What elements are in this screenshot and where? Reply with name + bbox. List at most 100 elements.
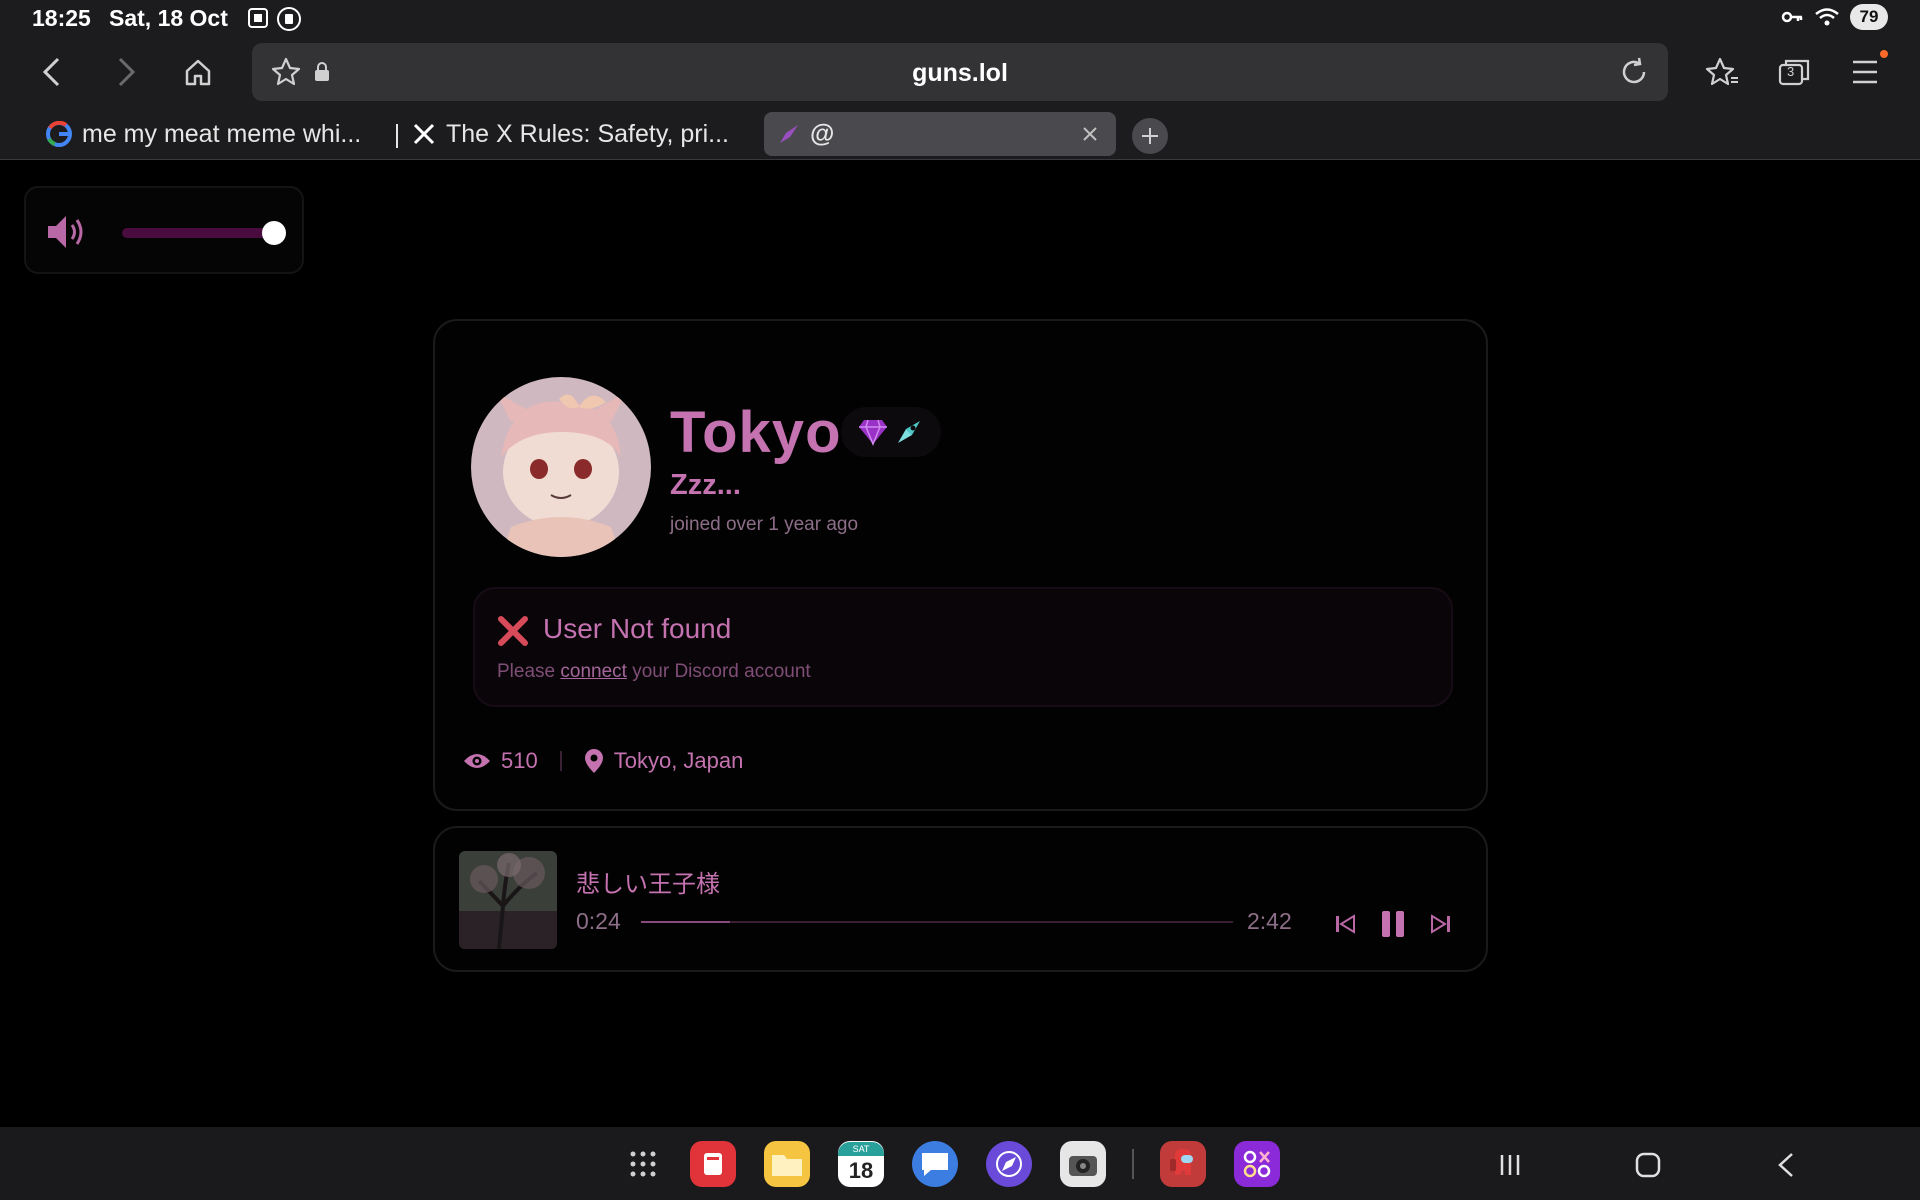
profile-card: Tokyo Zzz... joined over 1 year ago User… — [433, 319, 1488, 811]
tab-label: me my meat meme whi... — [82, 119, 362, 148]
status-date: Sat, 18 Oct — [109, 5, 228, 31]
hamburger-menu-icon — [1853, 60, 1877, 84]
battery-indicator: 79 — [1850, 4, 1888, 30]
tab-divider — [396, 124, 398, 148]
back-nav-button[interactable] — [1766, 1145, 1806, 1185]
calendar-weekday: SAT — [838, 1142, 884, 1156]
stats-divider — [559, 751, 562, 771]
pause-icon — [1382, 911, 1404, 937]
tab-guns-active[interactable]: @ — [764, 112, 1116, 156]
skip-previous-icon — [1336, 914, 1355, 934]
browser-app[interactable] — [986, 1141, 1032, 1187]
vpn-key-icon — [1781, 11, 1803, 23]
calendar-app[interactable]: SAT 18 — [838, 1141, 884, 1187]
plus-icon — [1142, 128, 1158, 144]
tab-x-rules[interactable]: The X Rules: Safety, pri... — [412, 112, 732, 156]
location: Tokyo, Japan — [613, 748, 744, 773]
previous-track-button[interactable] — [1327, 906, 1363, 942]
connect-link[interactable]: connect — [560, 661, 627, 682]
status-icons-right: 79 — [1780, 4, 1888, 30]
total-time: 2:42 — [1247, 908, 1292, 934]
tab-strip: me my meat meme whi... The X Rules: Safe… — [0, 108, 1920, 160]
address-bar[interactable]: guns.lol — [252, 43, 1668, 101]
song-title: 悲しい王子様 — [576, 870, 720, 898]
music-player: 悲しい王子様 0:24 2:42 — [433, 826, 1488, 972]
bookmarks-button[interactable] — [1700, 50, 1744, 94]
shapes-icon — [1243, 1150, 1271, 1178]
recent-apps-button[interactable] — [1490, 1145, 1530, 1185]
home-nav-button[interactable] — [1628, 1145, 1668, 1185]
error-x-icon — [498, 616, 528, 646]
volume-control — [24, 186, 304, 274]
grid-icon — [630, 1151, 656, 1177]
tab-label: The X Rules: Safety, pri... — [446, 119, 729, 148]
apps-folder[interactable] — [1234, 1141, 1280, 1187]
guns-rocket-icon — [780, 125, 798, 143]
page-content: Tokyo Zzz... joined over 1 year ago User… — [0, 161, 1920, 1127]
recents-icon — [1500, 1155, 1520, 1175]
next-track-button[interactable] — [1423, 906, 1459, 942]
forward-button[interactable] — [104, 50, 148, 94]
notes-icon — [704, 1153, 722, 1175]
recording-icon — [277, 7, 301, 31]
tab-google[interactable]: me my meat meme whi... — [46, 112, 376, 156]
pause-button[interactable] — [1375, 906, 1411, 942]
profile-stats: 510 Tokyo, Japan — [463, 748, 743, 774]
among-us-app[interactable] — [1160, 1141, 1206, 1187]
discord-error-title: User Not found — [543, 613, 732, 644]
home-button[interactable] — [176, 50, 220, 94]
progress-bar[interactable] — [641, 921, 1233, 923]
status-icons-left — [246, 6, 302, 32]
chevron-right-icon — [118, 57, 136, 87]
current-time: 0:24 — [576, 908, 621, 934]
view-count: 510 — [501, 748, 538, 773]
back-chevron-icon — [1778, 1153, 1793, 1177]
joined-date: joined over 1 year ago — [670, 514, 859, 535]
screenshot-icon — [248, 8, 268, 28]
close-tab-icon[interactable] — [1082, 126, 1098, 142]
status-time: 18:25 — [32, 5, 91, 31]
back-button[interactable] — [30, 50, 74, 94]
location-pin-icon — [584, 749, 603, 773]
taskbar: SAT 18 — [0, 1127, 1920, 1200]
menu-button[interactable] — [1844, 50, 1888, 94]
diamond-badge-icon[interactable] — [858, 418, 888, 446]
eye-icon — [464, 754, 490, 768]
x-logo-icon — [413, 123, 435, 145]
status-bar: 18:25 Sat, 18 Oct 79 — [0, 0, 1920, 36]
files-app[interactable] — [764, 1141, 810, 1187]
new-tab-button[interactable] — [1132, 118, 1168, 154]
compass-icon — [996, 1151, 1022, 1177]
tab-label: @ — [810, 119, 835, 148]
volume-slider-thumb[interactable] — [262, 221, 286, 245]
tab-switcher-button[interactable]: 3 — [1772, 50, 1816, 94]
calendar-day: 18 — [848, 1158, 874, 1183]
progress-fill — [641, 921, 730, 923]
chat-bubble-icon — [922, 1153, 948, 1176]
avatar — [471, 377, 651, 557]
home-square-icon — [1635, 1152, 1661, 1178]
discord-status-box: User Not found Please connect your Disco… — [473, 587, 1453, 707]
tab-count: 3 — [1787, 64, 1795, 79]
folder-icon — [772, 1155, 802, 1176]
google-icon — [46, 121, 72, 147]
notification-dot — [1880, 50, 1888, 58]
home-icon — [185, 59, 211, 86]
wifi-icon — [1815, 8, 1839, 26]
crewmate-icon — [1170, 1149, 1193, 1175]
album-cover — [459, 851, 557, 949]
reload-icon[interactable] — [1618, 56, 1650, 88]
app-drawer-button[interactable] — [620, 1141, 666, 1187]
message-prefix: Please — [497, 661, 556, 682]
messages-app[interactable] — [912, 1141, 958, 1187]
skip-next-icon — [1431, 914, 1450, 934]
rocket-badge-icon[interactable] — [894, 417, 924, 447]
volume-slider-track[interactable] — [122, 228, 272, 238]
browser-toolbar: guns.lol 3 — [0, 36, 1920, 108]
discord-error-message: Please connect your Discord account — [497, 661, 811, 683]
notes-app[interactable] — [690, 1141, 736, 1187]
badges — [841, 407, 941, 457]
camera-app[interactable] — [1060, 1141, 1106, 1187]
url-text: guns.lol — [912, 59, 1008, 87]
speaker-icon[interactable] — [46, 212, 90, 252]
